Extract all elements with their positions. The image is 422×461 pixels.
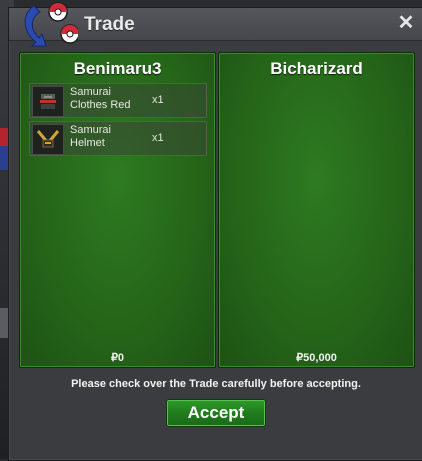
helmet-icon	[32, 124, 64, 155]
left-player-name: Benimaru3	[73, 59, 162, 78]
clothes-icon	[32, 86, 64, 117]
background-fragment-blue	[0, 146, 8, 170]
window-title: Trade	[84, 14, 135, 35]
accept-button[interactable]: Accept	[166, 399, 266, 427]
item-quantity: x1	[152, 132, 164, 144]
trade-panel-left: Benimaru3 Samurai Clothes Red x1 Samurai…	[19, 52, 216, 368]
close-icon[interactable]: ✕	[398, 12, 415, 34]
left-money-offer: ₽0	[110, 352, 125, 364]
close-button[interactable]: ✕	[396, 13, 416, 33]
background-fragment-grey	[0, 308, 8, 338]
background-fragment-red	[0, 128, 8, 146]
item-name: Samurai Helmet	[70, 124, 111, 149]
right-player-name: Bicharizard	[270, 59, 363, 78]
trade-item-samurai-clothes-red[interactable]: Samurai Clothes Red x1	[29, 83, 207, 118]
trade-logo-icon	[24, 2, 78, 47]
trade-item-samurai-helmet[interactable]: Samurai Helmet x1	[29, 121, 207, 156]
trade-panel-right: Bicharizard ₽50,000	[218, 52, 415, 368]
item-name: Samurai Clothes Red	[70, 86, 131, 111]
trade-notice: Please check over the Trade carefully be…	[71, 378, 361, 390]
trade-window: Trade ✕ Benimaru3 Samurai Clothes Red x1	[8, 7, 422, 461]
item-quantity: x1	[152, 94, 164, 106]
right-money-offer: ₽50,000	[296, 352, 337, 364]
